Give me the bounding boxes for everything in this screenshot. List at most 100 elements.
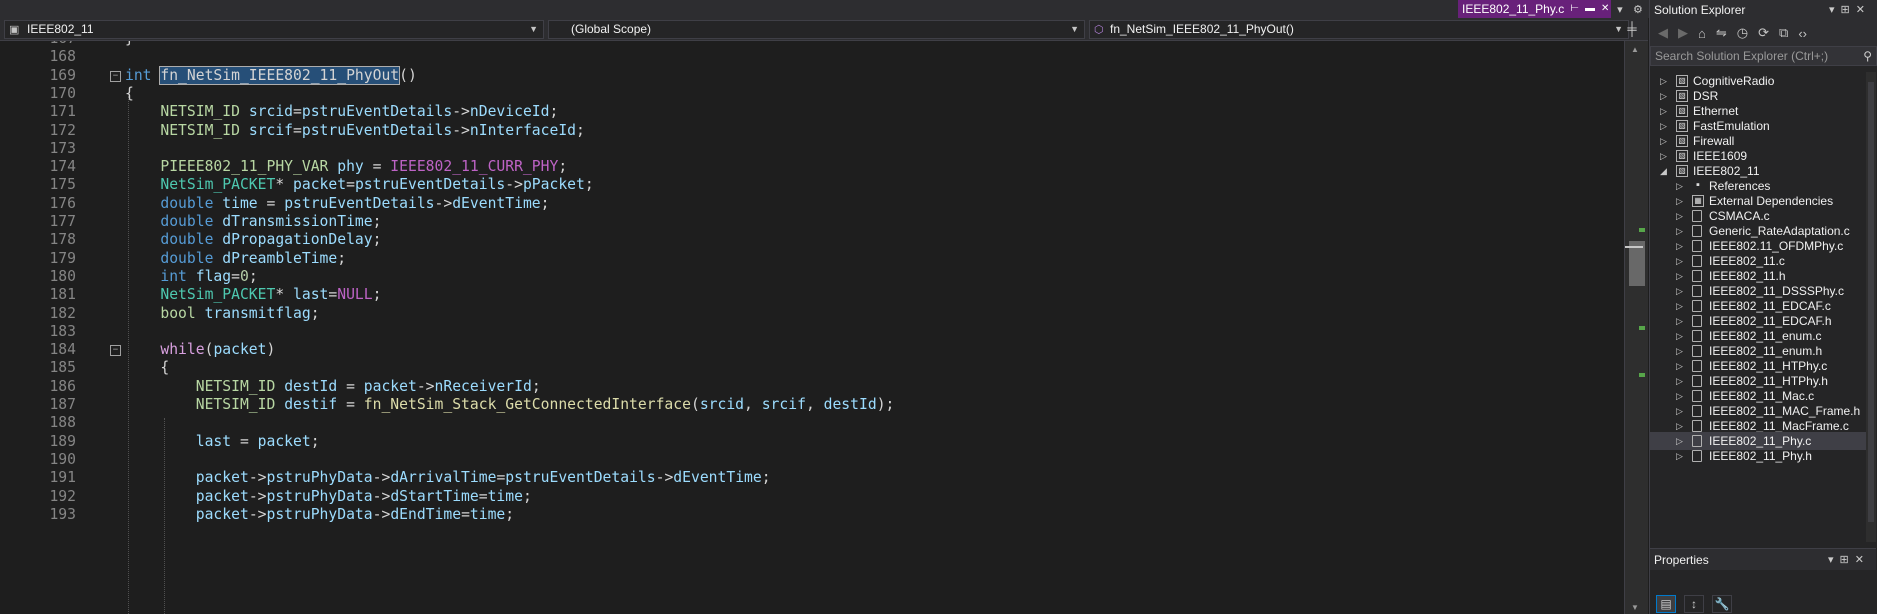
tree-item[interactable]: ▷ IEEE802_11_Phy.h bbox=[1650, 447, 1876, 465]
collapse-icon[interactable]: − bbox=[110, 70, 121, 82]
collapse-icon[interactable]: − bbox=[110, 345, 121, 357]
file-icon bbox=[1692, 255, 1702, 267]
code-token: -> bbox=[452, 103, 470, 121]
dropdown-icon[interactable]: ▾ bbox=[1617, 3, 1623, 16]
code-token: = bbox=[478, 487, 488, 505]
code-token: pstruPhyData bbox=[266, 505, 373, 523]
code-token: destId bbox=[823, 396, 877, 413]
solution-search-input[interactable]: Search Solution Explorer (Ctrl+;) ⚲ bbox=[1650, 46, 1877, 66]
code-token: dEventTime bbox=[673, 469, 762, 487]
code-token: ; bbox=[761, 469, 771, 487]
code-token: ) bbox=[266, 341, 276, 359]
pin-icon[interactable]: ⊢ bbox=[1570, 0, 1579, 18]
tab-overflow: ▾ ⚙ bbox=[1612, 0, 1648, 18]
code-token: = bbox=[328, 286, 338, 304]
preview-icon[interactable]: ▬ bbox=[1585, 0, 1595, 18]
code-token: time bbox=[469, 505, 506, 523]
code-icon[interactable]: ‹› bbox=[1798, 26, 1807, 41]
document-tab-title: IEEE802_11_Phy.c bbox=[1462, 2, 1565, 16]
project-dropdown[interactable]: ▣ IEEE802_11 ▼ bbox=[4, 19, 544, 39]
code-token: , bbox=[744, 396, 762, 413]
history-icon[interactable]: ◷ bbox=[1737, 25, 1748, 41]
properties-toolbar: ▤ ↕ 🔧 bbox=[1650, 594, 1876, 614]
code-token: = bbox=[363, 158, 391, 176]
code-token: pstruEventDetails bbox=[354, 176, 506, 194]
code-token: packet bbox=[257, 432, 311, 450]
scroll-down-icon[interactable]: ▼ bbox=[1631, 603, 1639, 612]
tree-scrollbar[interactable] bbox=[1866, 72, 1876, 542]
home-icon[interactable]: ⌂ bbox=[1698, 26, 1706, 41]
file-icon bbox=[1692, 225, 1702, 237]
settings-icon[interactable]: ⚙ bbox=[1633, 3, 1643, 16]
code-token: IEEE802_11_CURR_PHY bbox=[390, 158, 559, 176]
project-icon: ▧ bbox=[1676, 90, 1688, 102]
code-token: { bbox=[125, 84, 134, 102]
chevron-down-icon: ▼ bbox=[1070, 23, 1079, 34]
property-pages-icon[interactable]: 🔧 bbox=[1712, 595, 1732, 613]
sync-icon[interactable]: ⟳ bbox=[1758, 25, 1769, 41]
collapse-all-icon[interactable]: ⧉ bbox=[1779, 25, 1788, 41]
solution-explorer: Solution Explorer ▾⊞✕ ◀ ▶ ⌂ ⇋ ◷ ⟳ ⧉ ‹› S… bbox=[1649, 0, 1877, 614]
code-token: = bbox=[337, 396, 364, 413]
code-token: () bbox=[399, 66, 417, 84]
file-icon bbox=[1692, 270, 1702, 282]
code-token: last bbox=[195, 432, 232, 450]
code-token: -> bbox=[655, 469, 674, 487]
member-dropdown-value: fn_NetSim_IEEE802_11_PhyOut() bbox=[1110, 21, 1294, 36]
split-editor-icon[interactable]: ╪ bbox=[1620, 20, 1644, 38]
categorized-icon[interactable]: ▤ bbox=[1656, 595, 1676, 613]
file-icon bbox=[1692, 345, 1702, 357]
editor-scrollbar[interactable]: ▲ ▼ bbox=[1624, 41, 1648, 614]
panel-controls[interactable]: ▾⊞✕ bbox=[1829, 0, 1871, 20]
code-text: packet->pstruPhyData->dEndTime=time; bbox=[125, 504, 514, 526]
document-tab[interactable]: IEEE802_11_Phy.c ⊢ ▬ ✕ bbox=[1458, 0, 1611, 18]
alphabetical-icon[interactable]: ↕ bbox=[1684, 595, 1704, 613]
code-token: -> bbox=[248, 469, 267, 487]
member-dropdown[interactable]: ⬡ fn_NetSim_IEEE802_11_PhyOut() ▼ bbox=[1089, 19, 1629, 39]
scroll-up-icon[interactable]: ▲ bbox=[1631, 45, 1639, 54]
chevron-down-icon: ▼ bbox=[529, 23, 538, 34]
code-token: packet bbox=[195, 505, 249, 523]
forward-icon[interactable]: ▶ bbox=[1678, 25, 1688, 41]
panel-controls[interactable]: ▾⊞✕ bbox=[1828, 549, 1870, 571]
selected-token: fn_NetSim_IEEE802_11_PhyOut bbox=[159, 65, 401, 85]
file-icon bbox=[1692, 300, 1702, 312]
close-icon[interactable]: ✕ bbox=[1601, 0, 1609, 18]
switch-views-icon[interactable]: ⇋ bbox=[1716, 25, 1727, 41]
scope-dropdown[interactable]: (Global Scope) ▼ bbox=[548, 19, 1085, 39]
project-icon: ▧ bbox=[1676, 135, 1688, 147]
project-dropdown-value: IEEE802_11 bbox=[27, 21, 94, 36]
code-token: ); bbox=[876, 396, 895, 413]
code-token: * bbox=[275, 286, 294, 304]
back-icon[interactable]: ◀ bbox=[1658, 25, 1668, 41]
code-line[interactable]: 193 packet->pstruPhyData->dEndTime=time; bbox=[0, 504, 1630, 526]
search-icon[interactable]: ⚲ bbox=[1863, 47, 1872, 65]
solution-explorer-toolbar: ◀ ▶ ⌂ ⇋ ◷ ⟳ ⧉ ‹› bbox=[1650, 20, 1877, 46]
code-token: packet bbox=[195, 487, 249, 505]
file-icon bbox=[1692, 375, 1702, 387]
file-icon bbox=[1692, 420, 1702, 432]
code-token: packet bbox=[363, 377, 417, 395]
project-icon: ▣ bbox=[9, 23, 20, 36]
code-token: ; bbox=[540, 194, 550, 212]
code-token: ; bbox=[549, 103, 559, 121]
project-icon: ▧ bbox=[1676, 105, 1688, 117]
search-placeholder: Search Solution Explorer (Ctrl+;) bbox=[1655, 49, 1829, 63]
collapsed-icon[interactable]: ▷ bbox=[1676, 447, 1683, 465]
code-token: NULL bbox=[337, 286, 373, 304]
file-icon bbox=[1692, 360, 1702, 372]
code-editor[interactable]: 167}168169−int fn_NetSim_IEEE802_11_PhyO… bbox=[0, 41, 1630, 614]
code-token: nDeviceId bbox=[469, 103, 550, 121]
file-icon bbox=[1692, 240, 1702, 252]
code-token: ; bbox=[505, 505, 515, 523]
scrollbar-thumb[interactable] bbox=[1868, 82, 1874, 522]
code-token: dTransmissionTime bbox=[222, 213, 373, 230]
